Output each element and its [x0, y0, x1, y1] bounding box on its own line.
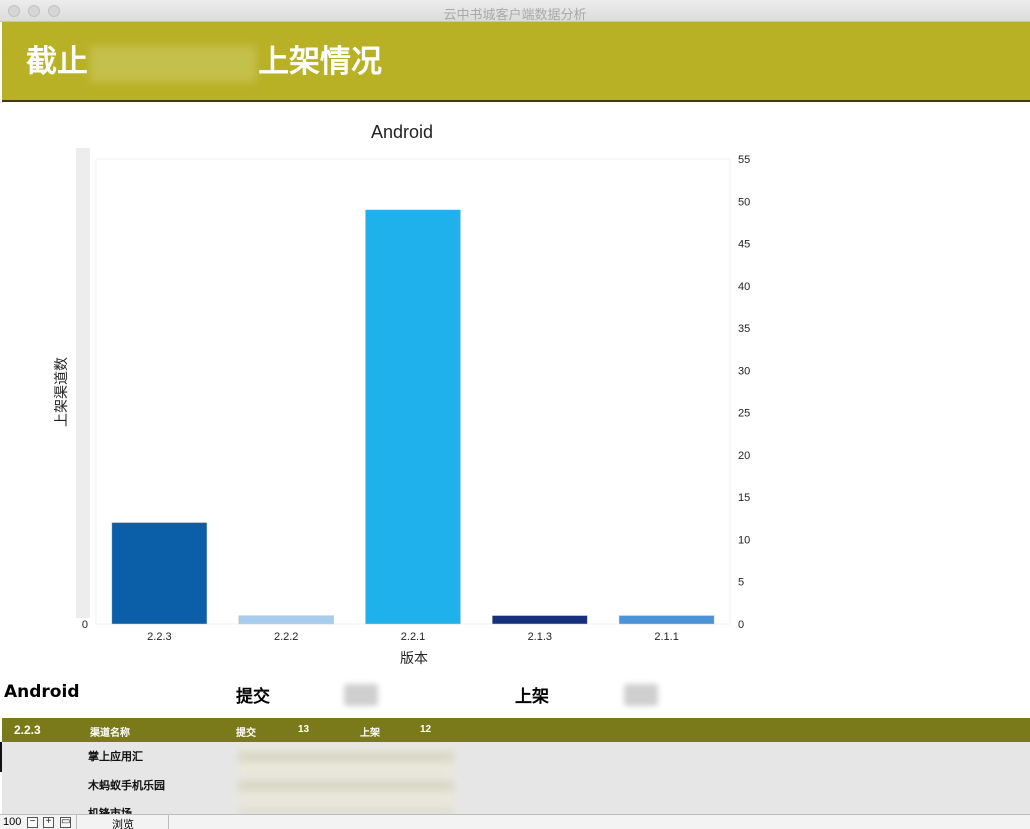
window-titlebar: 云中书城客户端数据分析	[0, 0, 1030, 23]
x-axis-label: 版本	[400, 650, 428, 666]
y-tick-label: 55	[738, 154, 750, 166]
bar-2.1.1[interactable]	[618, 615, 715, 625]
y-tick-label: 10	[738, 534, 750, 546]
table-row: 机锋市场	[88, 807, 132, 814]
y-tick-label: 20	[738, 450, 750, 462]
bar-2.2.2[interactable]	[238, 615, 334, 625]
y-tick-label: 25	[738, 408, 750, 420]
report-title-suffix: 上架情况	[258, 44, 382, 80]
bar-2.2.1[interactable]	[365, 209, 461, 625]
x-tick-label: 2.1.3	[528, 631, 552, 643]
x-tick-label: 2.2.2	[274, 631, 298, 643]
table-submit-label: 提交	[236, 728, 256, 739]
table-listed-label: 上架	[360, 728, 380, 739]
zoom-out-icon[interactable]: −	[27, 817, 38, 828]
bar-2.1.3[interactable]	[492, 615, 588, 625]
version-table-header: 2.2.3 渠道名称 提交 13 上架 12	[2, 718, 1030, 742]
x-tick-label: 2.2.1	[401, 631, 425, 643]
status-separator	[168, 815, 169, 829]
redacted-dates-column	[238, 742, 454, 814]
y-axis-label: 上架渠道数	[53, 357, 69, 427]
y-tick-label: 45	[738, 239, 750, 251]
left-axis-zero-tick: 0	[82, 619, 88, 631]
status-separator	[76, 815, 77, 829]
table-row: 木蚂蚁手机乐园	[88, 779, 165, 792]
summary-platform: Android	[4, 682, 80, 702]
y-tick-label: 30	[738, 365, 750, 377]
y-tick-label: 35	[738, 323, 750, 335]
report-title-prefix: 截止	[26, 44, 88, 80]
x-tick-label: 2.2.3	[147, 631, 171, 643]
layout-toggle-icon[interactable]: ▭	[60, 817, 71, 828]
redacted-date	[90, 45, 256, 82]
channel-table-body: 掌上应用汇 木蚂蚁手机乐园 机锋市场	[2, 742, 1030, 814]
table-row: 掌上应用汇	[88, 750, 143, 763]
window-title: 云中书城客户端数据分析	[443, 8, 587, 23]
y-tick-label: 15	[738, 492, 750, 504]
redacted-listed-total	[624, 684, 658, 706]
zoom-level: 100	[3, 816, 22, 828]
redacted-submit-total	[344, 684, 378, 706]
x-tick-label: 2.1.1	[654, 631, 678, 643]
status-bar: 100 − + ▭ 浏览	[0, 814, 1030, 829]
table-submit-value: 13	[298, 724, 310, 735]
y-tick-label: 5	[738, 577, 744, 589]
blurred-left-axis	[76, 148, 90, 618]
table-listed-value: 12	[420, 724, 432, 735]
table-channel-label: 渠道名称	[90, 728, 130, 739]
summary-submit-label: 提交	[236, 687, 270, 707]
zoom-in-icon[interactable]: +	[43, 817, 54, 828]
y-tick-label: 50	[738, 196, 750, 208]
bar-2.2.3[interactable]	[111, 522, 208, 625]
table-version: 2.2.3	[14, 723, 41, 737]
summary-listed-label: 上架	[515, 687, 549, 707]
report-title: 截止 上架情况	[26, 36, 382, 82]
view-mode[interactable]: 浏览	[112, 816, 134, 829]
y-tick-label: 40	[738, 281, 750, 293]
y-tick-label: 0	[738, 619, 744, 631]
chart-title: Android	[371, 122, 433, 142]
report-header-banner: 截止 上架情况	[2, 22, 1030, 102]
android-version-bar-chart: 0 5 10 15 20 25 30 35 40 45 50 55 2.2.3 2.2.2 2.2.1 2.…	[53, 122, 750, 666]
